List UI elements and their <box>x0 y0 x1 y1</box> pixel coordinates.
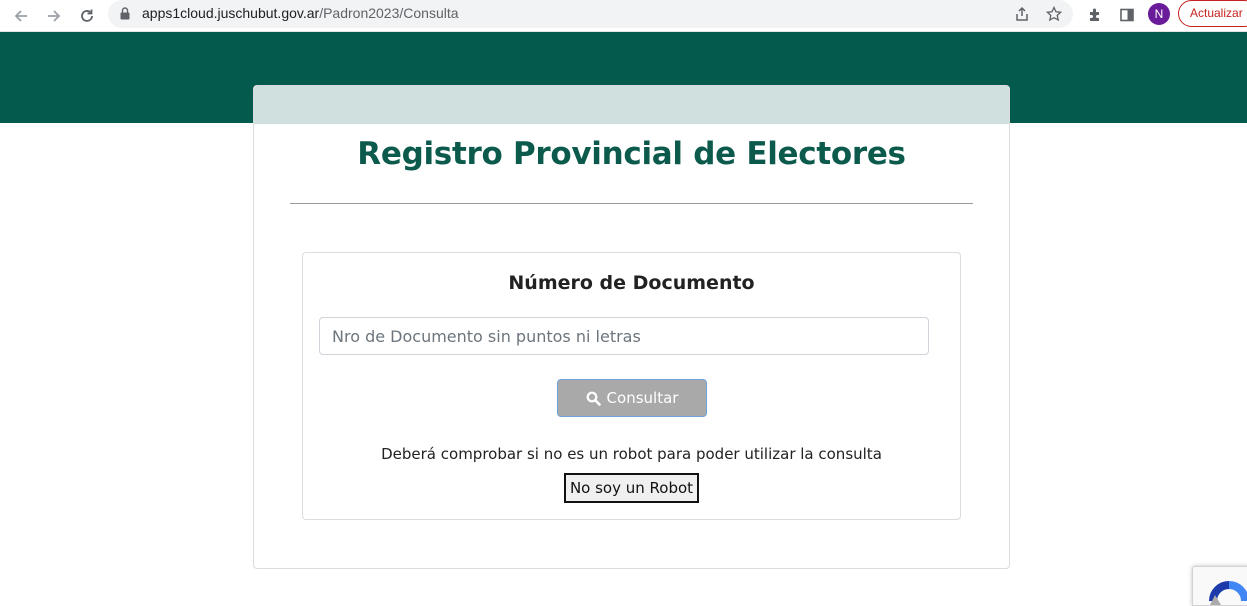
page-title: Registro Provincial de Electores <box>357 136 906 172</box>
section-title: Número de Documento <box>508 272 755 294</box>
consult-button[interactable]: Consultar <box>557 379 707 417</box>
consult-button-label: Consultar <box>606 389 679 407</box>
reload-icon[interactable] <box>75 4 99 28</box>
lock-icon <box>120 7 130 20</box>
recaptcha-icon <box>1209 581 1247 605</box>
title-divider <box>290 203 973 204</box>
browser-toolbar: apps1cloud.juschubut.gov.ar/Padron2023/C… <box>0 0 1247 32</box>
card-header <box>254 86 1009 124</box>
not-robot-button[interactable]: No soy un Robot <box>564 473 699 503</box>
url-host: apps1cloud.juschubut.gov.ar <box>142 5 320 21</box>
address-bar[interactable]: apps1cloud.juschubut.gov.ar/Padron2023/C… <box>108 0 1073 28</box>
side-panel-icon[interactable] <box>1115 3 1139 27</box>
forward-arrow-icon[interactable] <box>42 4 66 28</box>
robot-notice: Deberá comprobar si no es un robot para … <box>381 445 882 463</box>
profile-avatar[interactable]: N <box>1148 3 1170 25</box>
url-path: /Padron2023/Consulta <box>319 5 459 21</box>
share-icon[interactable] <box>1011 3 1033 25</box>
star-icon[interactable] <box>1043 3 1065 25</box>
search-icon <box>586 391 601 406</box>
document-number-input[interactable] <box>319 317 929 355</box>
extensions-icon[interactable] <box>1083 3 1107 27</box>
back-arrow-icon[interactable] <box>9 4 33 28</box>
update-browser-button[interactable]: Actualizar <box>1178 0 1247 27</box>
main-card: Registro Provincial de Electores Número … <box>253 85 1010 569</box>
url-text: apps1cloud.juschubut.gov.ar/Padron2023/C… <box>142 5 459 21</box>
recaptcha-badge[interactable] <box>1192 566 1247 606</box>
search-panel: Número de Documento Consultar Deberá com… <box>302 252 961 520</box>
